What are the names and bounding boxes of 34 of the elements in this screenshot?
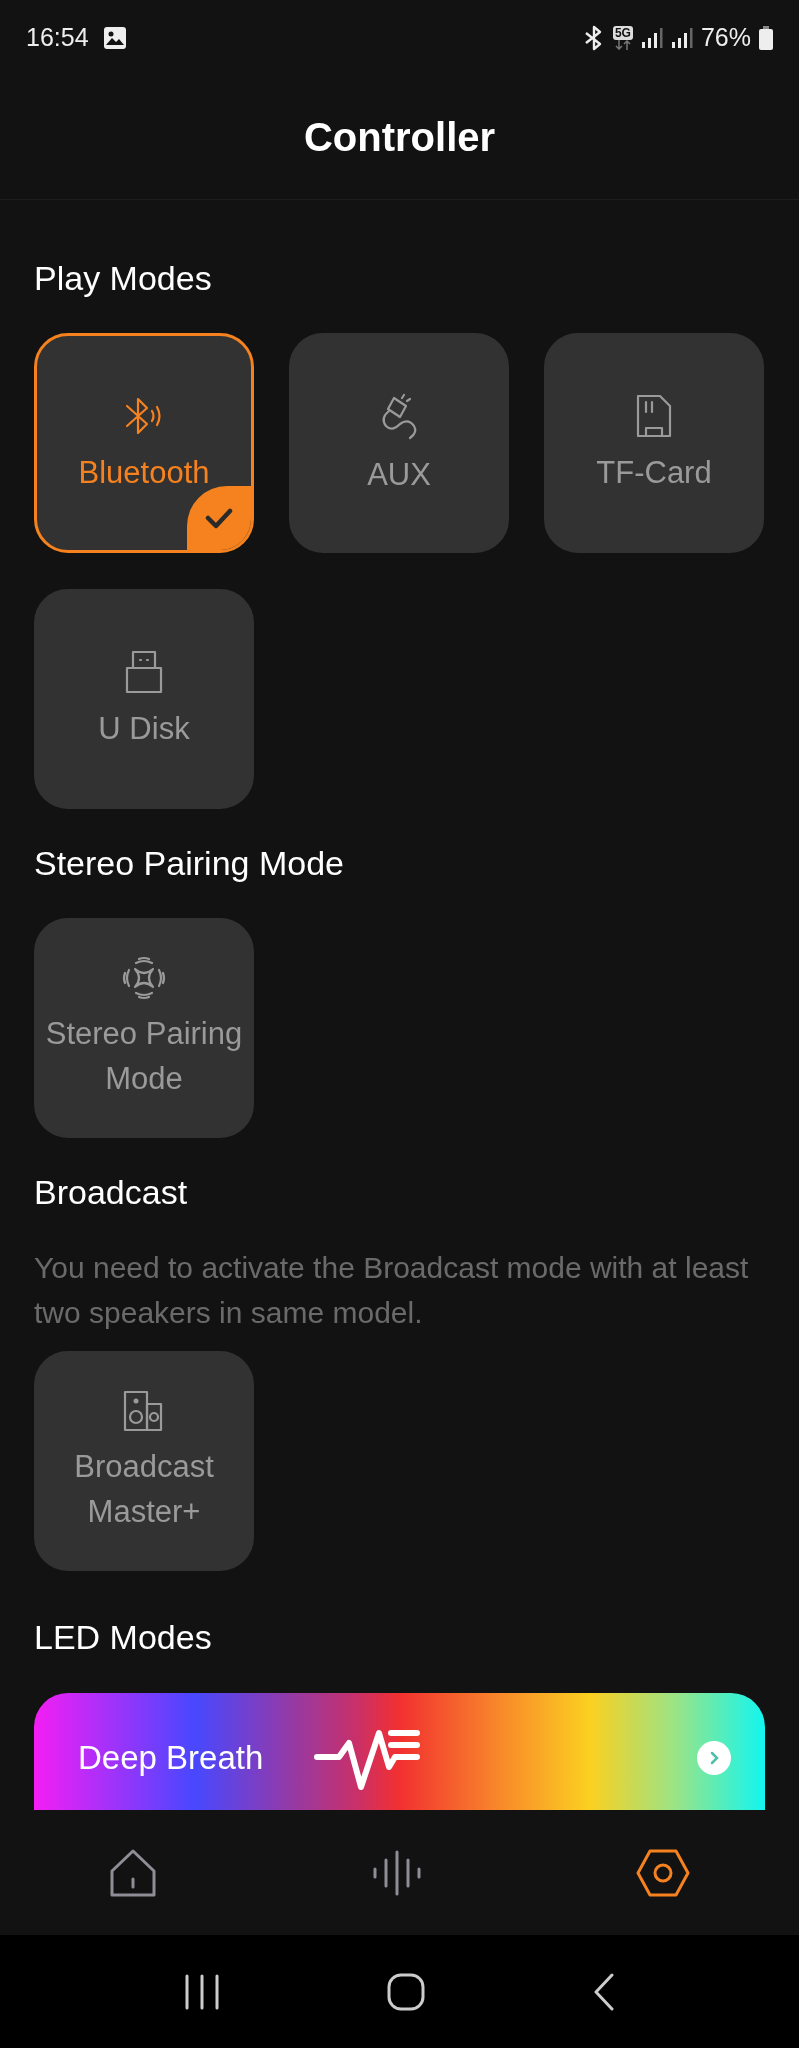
image-icon [102, 25, 127, 50]
speaker-waves-icon [121, 955, 167, 1001]
mode-tile[interactable]: AUX [289, 333, 509, 553]
mode-label: Broadcast Master+ [73, 1448, 215, 1531]
led-mode-card[interactable]: Deep Breath [34, 1693, 765, 1810]
selected-check-icon [187, 486, 251, 550]
recent-apps-icon[interactable] [183, 1973, 220, 2010]
mode-label: U Disk [98, 709, 190, 748]
settings-icon[interactable] [635, 1847, 691, 1898]
section-description: You need to activate the Broadcast mode with at least two speakers in same model. [34, 1250, 750, 1331]
signal-icon [640, 26, 663, 49]
home-button-icon[interactable] [386, 1972, 425, 2011]
mode-tile[interactable]: Broadcast Master+ [34, 1351, 254, 1571]
mode-tile[interactable]: U Disk [34, 589, 254, 809]
led-mode-label: Deep Breath [78, 1738, 264, 1779]
data-arrows-icon [613, 39, 632, 50]
mode-label: Stereo Pairing Mode [44, 1015, 244, 1098]
network-type-badge: 5G [612, 25, 633, 40]
section-heading: LED Modes [34, 1617, 213, 1658]
page-title: Controller [303, 114, 496, 161]
mode-label: TF-Card [596, 453, 712, 492]
mode-tile[interactable]: TF-Card [544, 333, 764, 553]
battery-percent: 76% [700, 21, 751, 53]
battery-icon [759, 25, 773, 50]
chevron-right-icon [697, 1741, 731, 1775]
section-heading: Broadcast [34, 1172, 189, 1213]
signal-icon [670, 26, 693, 49]
mode-tile[interactable]: Bluetooth [34, 333, 254, 553]
mode-label: Bluetooth [78, 453, 210, 492]
status-time: 16:54 [26, 21, 89, 53]
section-heading: Stereo Pairing Mode [34, 843, 345, 884]
mode-tile[interactable]: Stereo Pairing Mode [34, 918, 254, 1138]
section-heading: Play Modes [34, 258, 213, 299]
mode-label: AUX [367, 455, 431, 494]
